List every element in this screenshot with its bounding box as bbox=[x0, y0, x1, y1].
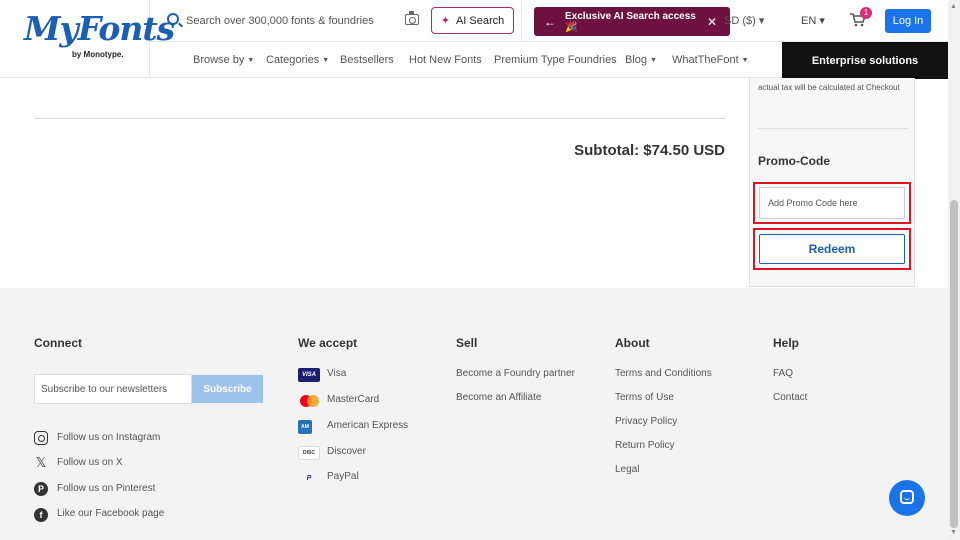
about-link-return-policy[interactable]: Return Policy bbox=[615, 440, 674, 451]
mastercard-icon bbox=[298, 394, 320, 408]
amex-icon: AM bbox=[298, 420, 312, 434]
search-bar-row: ✦ AI Search ← Exclusive AI Search access… bbox=[150, 0, 948, 42]
social-link-instagram[interactable]: Follow us on Instagram bbox=[57, 432, 160, 443]
nav-categories[interactable]: Categories ▼ bbox=[266, 54, 329, 66]
nav-whatthefont[interactable]: WhatTheFont ▼ bbox=[672, 54, 749, 66]
cart-divider bbox=[34, 118, 726, 119]
login-button[interactable]: Log In bbox=[885, 9, 931, 33]
subtotal-text: Subtotal: $74.50 USD bbox=[574, 142, 725, 159]
payment-paypal: PayPal bbox=[327, 471, 359, 482]
paypal-icon: P bbox=[306, 474, 312, 482]
about-link-terms-of-use[interactable]: Terms of Use bbox=[615, 392, 674, 403]
scrollbar-thumb[interactable] bbox=[950, 200, 958, 528]
search-icon bbox=[167, 13, 179, 25]
site-footer: Connect Subscribe Follow us on Instagram… bbox=[0, 288, 948, 540]
help-link-contact[interactable]: Contact bbox=[773, 392, 807, 403]
we-accept-heading: We accept bbox=[298, 336, 358, 350]
ai-search-promo-banner[interactable]: ← Exclusive AI Search access 🎉 ✕ bbox=[534, 7, 730, 36]
currency-selector[interactable]: SD ($) ▾ bbox=[724, 14, 764, 27]
help-link-faq[interactable]: FAQ bbox=[773, 368, 793, 379]
visa-icon: VISA bbox=[298, 368, 320, 382]
search-input[interactable] bbox=[186, 11, 386, 31]
sell-link-affiliate[interactable]: Become an Affiliate bbox=[456, 392, 541, 403]
logo-tagline: by Monotype. bbox=[72, 50, 124, 59]
enterprise-solutions-link[interactable]: Enterprise solutions bbox=[782, 42, 948, 79]
scroll-up-icon[interactable]: ▲ bbox=[950, 3, 957, 10]
discover-icon: DISC bbox=[298, 446, 320, 460]
about-heading: About bbox=[615, 336, 650, 350]
caret-down-icon: ▼ bbox=[322, 57, 330, 64]
nav-bestsellers[interactable]: Bestsellers bbox=[340, 54, 394, 66]
sell-heading: Sell bbox=[456, 336, 478, 350]
chat-launcher-button[interactable] bbox=[889, 480, 925, 516]
nav-hot-new-fonts[interactable]: Hot New Fonts bbox=[409, 54, 482, 66]
tax-note: actual tax will be calculated at Checkou… bbox=[758, 83, 900, 92]
ai-search-button[interactable]: ✦ AI Search bbox=[431, 7, 514, 34]
help-heading: Help bbox=[773, 336, 800, 350]
promo-input-highlight bbox=[753, 182, 911, 224]
chat-icon bbox=[900, 490, 914, 504]
main-nav: Browse by ▼ Categories ▼ Bestsellers Hot N… bbox=[150, 43, 782, 78]
facebook-icon[interactable]: f bbox=[34, 508, 48, 522]
header-divider bbox=[521, 0, 522, 42]
nav-browse-by[interactable]: Browse by ▼ bbox=[193, 54, 254, 66]
site-header: MyFonts by Monotype. ✦ AI Search ← Exclu… bbox=[0, 0, 948, 79]
promo-code-input[interactable] bbox=[759, 187, 905, 219]
connect-heading: Connect bbox=[34, 336, 82, 350]
x-icon[interactable]: 𝕏 bbox=[34, 455, 48, 470]
panel-divider bbox=[758, 128, 908, 129]
ai-search-label: AI Search bbox=[455, 14, 505, 27]
arrow-left-icon[interactable]: ← bbox=[544, 15, 556, 29]
payment-visa: Visa bbox=[327, 368, 347, 379]
payment-mastercard: MasterCard bbox=[327, 394, 380, 405]
page-scrollbar[interactable]: ▲ ▼ bbox=[948, 0, 960, 540]
language-selector[interactable]: EN ▾ bbox=[801, 14, 825, 27]
nav-premium-type-foundries[interactable]: Premium Type Foundries bbox=[494, 54, 617, 66]
payment-amex: American Express bbox=[327, 420, 409, 431]
redeem-button[interactable]: Redeem bbox=[759, 234, 905, 264]
caret-down-icon: ▼ bbox=[247, 57, 255, 64]
close-icon[interactable]: ✕ bbox=[707, 15, 717, 29]
caret-down-icon: ▼ bbox=[741, 57, 749, 64]
about-link-legal[interactable]: Legal bbox=[615, 464, 639, 475]
about-link-privacy-policy[interactable]: Privacy Policy bbox=[615, 416, 677, 427]
caret-down-icon: ▼ bbox=[650, 57, 657, 64]
logo-link[interactable]: MyFonts by Monotype. bbox=[0, 0, 175, 78]
promo-code-title: Promo-Code bbox=[758, 154, 830, 168]
order-summary-panel: actual tax will be calculated at Checkou… bbox=[749, 78, 915, 287]
scroll-down-icon[interactable]: ▼ bbox=[950, 529, 957, 536]
cart-count-badge: 1 bbox=[860, 7, 872, 19]
social-link-x[interactable]: Follow us on X bbox=[57, 457, 123, 468]
social-link-facebook[interactable]: Like our Facebook page bbox=[57, 508, 164, 519]
social-link-pinterest[interactable]: Follow us on Pinterest bbox=[57, 483, 155, 494]
nav-blog[interactable]: Blog ▼ bbox=[625, 54, 657, 66]
sell-link-foundry-partner[interactable]: Become a Foundry partner bbox=[456, 368, 575, 379]
about-link-terms-conditions[interactable]: Terms and Conditions bbox=[615, 368, 712, 379]
banner-text: Exclusive AI Search access 🎉 bbox=[565, 10, 696, 33]
subscribe-button[interactable]: Subscribe bbox=[192, 375, 263, 403]
instagram-icon[interactable] bbox=[34, 431, 48, 445]
newsletter-email-input[interactable] bbox=[34, 374, 192, 404]
redeem-button-highlight: Redeem bbox=[753, 228, 911, 270]
pinterest-icon[interactable]: P bbox=[34, 482, 48, 496]
sparkle-icon: ✦ bbox=[440, 15, 450, 27]
payment-discover: Discover bbox=[327, 446, 366, 457]
camera-icon[interactable] bbox=[405, 11, 419, 25]
